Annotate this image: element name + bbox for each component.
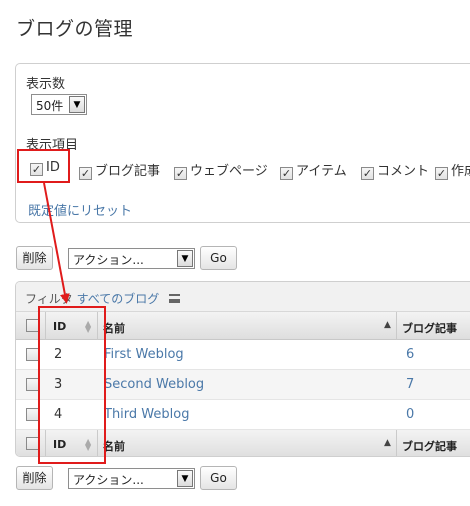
annotation-arrow-icon bbox=[43, 182, 70, 304]
